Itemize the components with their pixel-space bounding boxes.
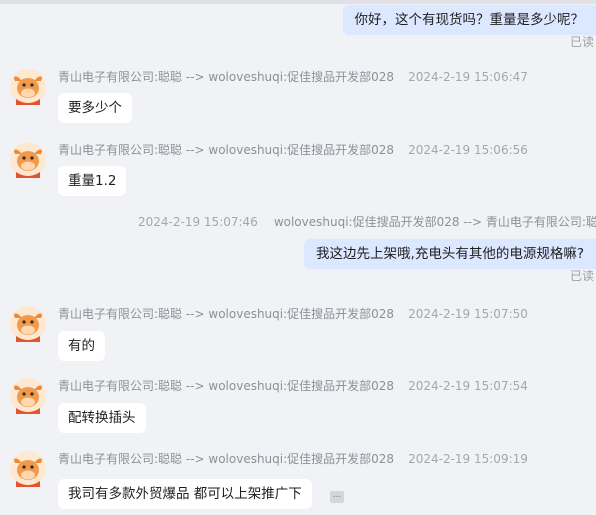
- more-options-icon[interactable]: ...: [330, 491, 344, 503]
- message-bubble-other[interactable]: 我司有多款外贸爆品 都可以上架推广下: [58, 479, 312, 509]
- message-text: 重量1.2: [68, 173, 117, 189]
- timestamp: 2024-2-19 15:06:56: [408, 143, 528, 157]
- message-text: 你好，这个有现货吗？重量是多少呢？: [354, 12, 585, 28]
- sender-route: 青山电子有限公司:聪聪 --> woloveshuqi:促佳搜品开发部028: [58, 379, 395, 393]
- bull-mascot-avatar-icon[interactable]: [10, 306, 46, 342]
- sender-route: 青山电子有限公司:聪聪 --> woloveshuqi:促佳搜品开发部028: [58, 70, 395, 84]
- message-text: 我这边先上架哦,充电头有其他的电源规格嘛?: [316, 246, 584, 262]
- message-bubble-other[interactable]: 配转换插头: [58, 403, 146, 433]
- message-text: 配转换插头: [68, 410, 136, 426]
- chat-top-divider: [0, 0, 596, 4]
- message-bubble-own[interactable]: 你好，这个有现货吗？重量是多少呢？: [342, 5, 596, 35]
- message-bubble-other[interactable]: 有的: [58, 331, 105, 361]
- message-text: 我司有多款外贸爆品 都可以上架推广下: [68, 486, 302, 502]
- timestamp: 2024-2-19 15:07:50: [408, 307, 528, 321]
- timestamp: 2024-2-19 15:09:19: [408, 452, 528, 466]
- read-status: 已读: [569, 269, 594, 283]
- bull-mascot-avatar-icon[interactable]: [10, 378, 46, 414]
- message-meta: 青山电子有限公司:聪聪 --> woloveshuqi:促佳搜品开发部028 20…: [58, 377, 528, 394]
- message-bubble-other[interactable]: 要多少个: [58, 93, 132, 123]
- message-meta: 青山电子有限公司:聪聪 --> woloveshuqi:促佳搜品开发部028 20…: [58, 450, 528, 467]
- message-bubble-other[interactable]: 重量1.2: [58, 166, 127, 196]
- message-meta: 青山电子有限公司:聪聪 --> woloveshuqi:促佳搜品开发部028 20…: [58, 305, 528, 322]
- message-meta: 青山电子有限公司:聪聪 --> woloveshuqi:促佳搜品开发部028 20…: [58, 141, 528, 158]
- sender-route: 青山电子有限公司:聪聪 --> woloveshuqi:促佳搜品开发部028: [58, 307, 395, 321]
- message-meta: 2024-2-19 15:07:46 woloveshuqi:促佳搜品开发部028…: [138, 213, 596, 230]
- bull-mascot-avatar-icon[interactable]: [10, 69, 46, 105]
- read-status: 已读: [569, 35, 594, 49]
- sender-route: 青山电子有限公司:聪聪 --> woloveshuqi:促佳搜品开发部028: [58, 452, 395, 466]
- timestamp: 2024-2-19 15:06:47: [408, 70, 528, 84]
- sender-route: woloveshuqi:促佳搜品开发部028 --> 青山电子有限公司:聪聪: [273, 215, 596, 229]
- message-bubble-own[interactable]: 我这边先上架哦,充电头有其他的电源规格嘛?: [304, 239, 596, 269]
- message-meta: 青山电子有限公司:聪聪 --> woloveshuqi:促佳搜品开发部028 20…: [58, 68, 528, 85]
- sender-route: 青山电子有限公司:聪聪 --> woloveshuqi:促佳搜品开发部028: [58, 143, 395, 157]
- message-text: 要多少个: [68, 100, 122, 116]
- timestamp: 2024-2-19 15:07:54: [408, 379, 528, 393]
- message-text: 有的: [68, 338, 95, 354]
- bull-mascot-avatar-icon[interactable]: [10, 142, 46, 178]
- timestamp: 2024-2-19 15:07:46: [138, 215, 258, 229]
- bull-mascot-avatar-icon[interactable]: [10, 451, 46, 487]
